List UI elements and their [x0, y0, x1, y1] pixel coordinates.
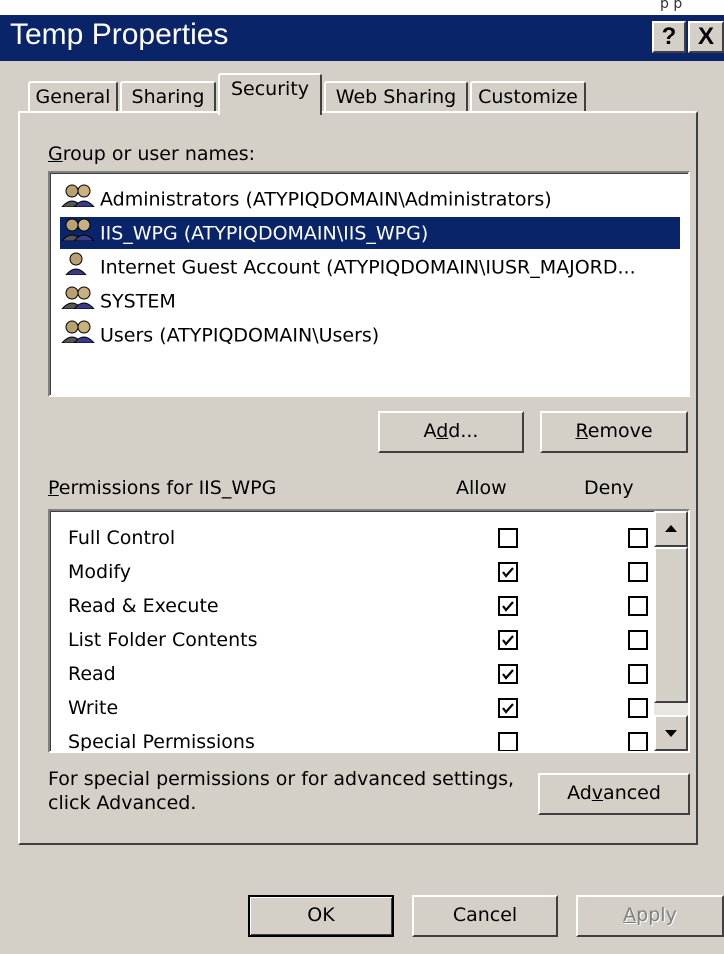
deny-checkbox-read-execute[interactable] [628, 596, 648, 616]
properties-dialog: Temp Properties ? X General Sharing Secu… [0, 15, 724, 954]
scroll-up-button[interactable] [654, 511, 688, 547]
list-item-iis-wpg[interactable]: IIS_WPG (ATYPIQDOMAIN\IIS_WPG) [60, 217, 680, 249]
tab-general[interactable]: General [28, 81, 118, 113]
arrow-up-icon [665, 525, 677, 532]
permission-row: Write [68, 691, 648, 725]
arrow-down-icon [665, 730, 677, 737]
list-item-users[interactable]: Users (ATYPIQDOMAIN\Users) [60, 319, 680, 351]
background-app-strip: p p [0, 0, 724, 15]
help-icon: ? [661, 23, 677, 50]
allow-checkbox-list-folder[interactable] [498, 630, 518, 650]
scroll-down-button[interactable] [654, 715, 688, 751]
tab-customize[interactable]: Customize [470, 81, 586, 113]
cancel-button[interactable]: Cancel [412, 895, 558, 937]
group-names-label: Group or user names: [48, 143, 256, 165]
allow-checkbox-read[interactable] [498, 664, 518, 684]
permission-row: Special Permissions [68, 725, 648, 751]
window-title: Temp Properties [10, 18, 229, 51]
tab-web-sharing[interactable]: Web Sharing [324, 81, 468, 113]
permissions-scrollbar[interactable] [654, 511, 688, 751]
allow-checkbox-special[interactable] [498, 732, 518, 751]
background-text-fragment: p p [660, 0, 683, 12]
deny-checkbox-read[interactable] [628, 664, 648, 684]
remove-button[interactable]: Remove [540, 411, 688, 453]
check-icon [502, 703, 514, 714]
advanced-button[interactable]: Advanced [538, 773, 690, 815]
check-icon [502, 567, 514, 578]
close-icon: X [697, 23, 714, 50]
deny-checkbox-list-folder[interactable] [628, 630, 648, 650]
tab-security[interactable]: Security [218, 73, 322, 115]
permission-row: Full Control [68, 521, 648, 555]
apply-button[interactable]: Apply [576, 895, 724, 937]
allow-checkbox-modify[interactable] [498, 562, 518, 582]
allow-column-header: Allow [456, 477, 507, 499]
permissions-list[interactable]: Full Control Modify Read & Execute List … [48, 509, 690, 753]
group-icon [60, 217, 96, 251]
check-icon [502, 635, 514, 646]
allow-checkbox-read-execute[interactable] [498, 596, 518, 616]
allow-checkbox-write[interactable] [498, 698, 518, 718]
deny-checkbox-modify[interactable] [628, 562, 648, 582]
deny-column-header: Deny [584, 477, 634, 499]
help-button[interactable]: ? [652, 21, 686, 53]
group-icon [60, 183, 96, 217]
list-item-internet-guest[interactable]: Internet Guest Account (ATYPIQDOMAIN\IUS… [60, 251, 680, 283]
group-user-list[interactable]: Administrators (ATYPIQDOMAIN\Administrat… [48, 171, 690, 397]
group-icon [60, 319, 96, 353]
deny-checkbox-full-control[interactable] [628, 528, 648, 548]
permission-row: Read [68, 657, 648, 691]
list-item-administrators[interactable]: Administrators (ATYPIQDOMAIN\Administrat… [60, 183, 680, 215]
tab-sharing[interactable]: Sharing [120, 81, 216, 113]
permission-row: List Folder Contents [68, 623, 648, 657]
list-item-system[interactable]: SYSTEM [60, 285, 680, 317]
permissions-label: Permissions for IIS_WPG [48, 477, 277, 499]
group-icon [60, 285, 96, 319]
advanced-note: For special permissions or for advanced … [48, 768, 515, 814]
title-bar: Temp Properties ? X [0, 15, 724, 61]
allow-checkbox-full-control[interactable] [498, 528, 518, 548]
tab-strip: General Sharing Security Web Sharing Cus… [0, 73, 724, 115]
check-icon [502, 601, 514, 612]
add-button[interactable]: Add... [378, 411, 524, 453]
user-icon [60, 251, 96, 285]
permission-row: Read & Execute [68, 589, 648, 623]
scroll-thumb[interactable] [654, 547, 688, 703]
ok-button[interactable]: OK [248, 895, 394, 937]
close-button[interactable]: X [688, 21, 724, 53]
deny-checkbox-write[interactable] [628, 698, 648, 718]
check-icon [502, 669, 514, 680]
permission-row: Modify [68, 555, 648, 589]
deny-checkbox-special[interactable] [628, 732, 648, 751]
security-tab-panel: Group or user names: Administrators (ATY… [18, 111, 698, 845]
